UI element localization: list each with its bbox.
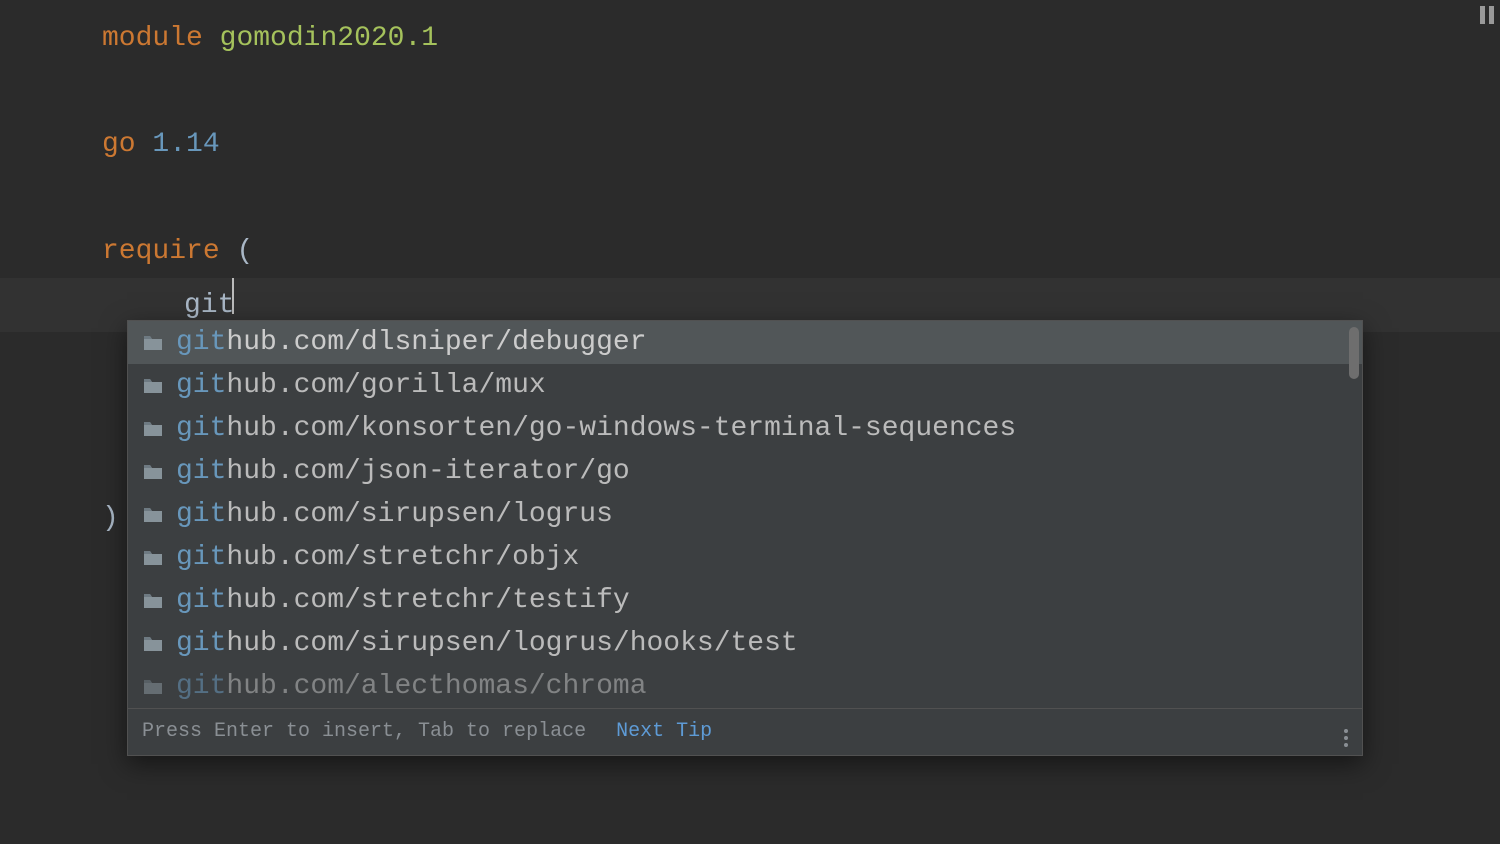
open-paren: ( bbox=[236, 236, 253, 267]
keyword-require: require bbox=[102, 236, 220, 267]
completion-text: github.com/alecthomas/chroma bbox=[176, 671, 647, 702]
completion-item[interactable]: github.com/gorilla/mux bbox=[128, 364, 1362, 407]
folder-icon bbox=[142, 506, 164, 524]
completion-popup: github.com/dlsniper/debugger github.com/g… bbox=[127, 320, 1363, 756]
close-paren: ) bbox=[102, 503, 119, 534]
completion-text: github.com/gorilla/mux bbox=[176, 370, 546, 401]
completion-item[interactable]: github.com/alecthomas/chroma bbox=[128, 665, 1362, 708]
completion-item[interactable]: github.com/stretchr/objx bbox=[128, 536, 1362, 579]
pause-icon[interactable] bbox=[1480, 6, 1494, 24]
completion-text: github.com/stretchr/objx bbox=[176, 542, 579, 573]
folder-icon bbox=[142, 334, 164, 352]
code-line: go 1.14 bbox=[0, 118, 1500, 171]
module-name: gomodin2020.1 bbox=[220, 23, 438, 54]
completion-text: github.com/dlsniper/debugger bbox=[176, 327, 647, 358]
folder-icon bbox=[142, 678, 164, 696]
scrollbar-thumb[interactable] bbox=[1349, 327, 1359, 379]
completion-item[interactable]: github.com/dlsniper/debugger bbox=[128, 321, 1362, 364]
keyword-module: module bbox=[102, 23, 203, 54]
completion-text: github.com/stretchr/testify bbox=[176, 585, 630, 616]
folder-icon bbox=[142, 592, 164, 610]
folder-icon bbox=[142, 420, 164, 438]
completion-text: github.com/json-iterator/go bbox=[176, 456, 630, 487]
next-tip-link[interactable]: Next Tip bbox=[616, 720, 712, 743]
code-line-blank bbox=[0, 172, 1500, 225]
more-options-icon[interactable] bbox=[1344, 715, 1348, 747]
code-line: require ( bbox=[0, 225, 1500, 278]
footer-hint-group: Press Enter to insert, Tab to replace Ne… bbox=[142, 720, 712, 743]
folder-icon bbox=[142, 635, 164, 653]
code-line-blank bbox=[0, 65, 1500, 118]
completion-text: github.com/sirupsen/logrus bbox=[176, 499, 613, 530]
folder-icon bbox=[142, 377, 164, 395]
completion-item[interactable]: github.com/json-iterator/go bbox=[128, 450, 1362, 493]
completion-item[interactable]: github.com/sirupsen/logrus/hooks/test bbox=[128, 622, 1362, 665]
completion-item[interactable]: github.com/konsorten/go-windows-terminal… bbox=[128, 407, 1362, 450]
typed-text: git bbox=[184, 290, 234, 321]
folder-icon bbox=[142, 549, 164, 567]
folder-icon bbox=[142, 463, 164, 481]
completion-footer: Press Enter to insert, Tab to replace Ne… bbox=[128, 708, 1362, 755]
completion-list[interactable]: github.com/dlsniper/debugger github.com/g… bbox=[128, 321, 1362, 708]
completion-text: github.com/konsorten/go-windows-terminal… bbox=[176, 413, 1016, 444]
footer-hint: Press Enter to insert, Tab to replace bbox=[142, 720, 586, 743]
completion-item[interactable]: github.com/sirupsen/logrus bbox=[128, 493, 1362, 536]
completion-item[interactable]: github.com/stretchr/testify bbox=[128, 579, 1362, 622]
completion-text: github.com/sirupsen/logrus/hooks/test bbox=[176, 628, 798, 659]
keyword-go: go bbox=[102, 129, 136, 160]
code-line: module gomodin2020.1 bbox=[0, 12, 1500, 65]
go-version: 1.14 bbox=[152, 129, 219, 160]
